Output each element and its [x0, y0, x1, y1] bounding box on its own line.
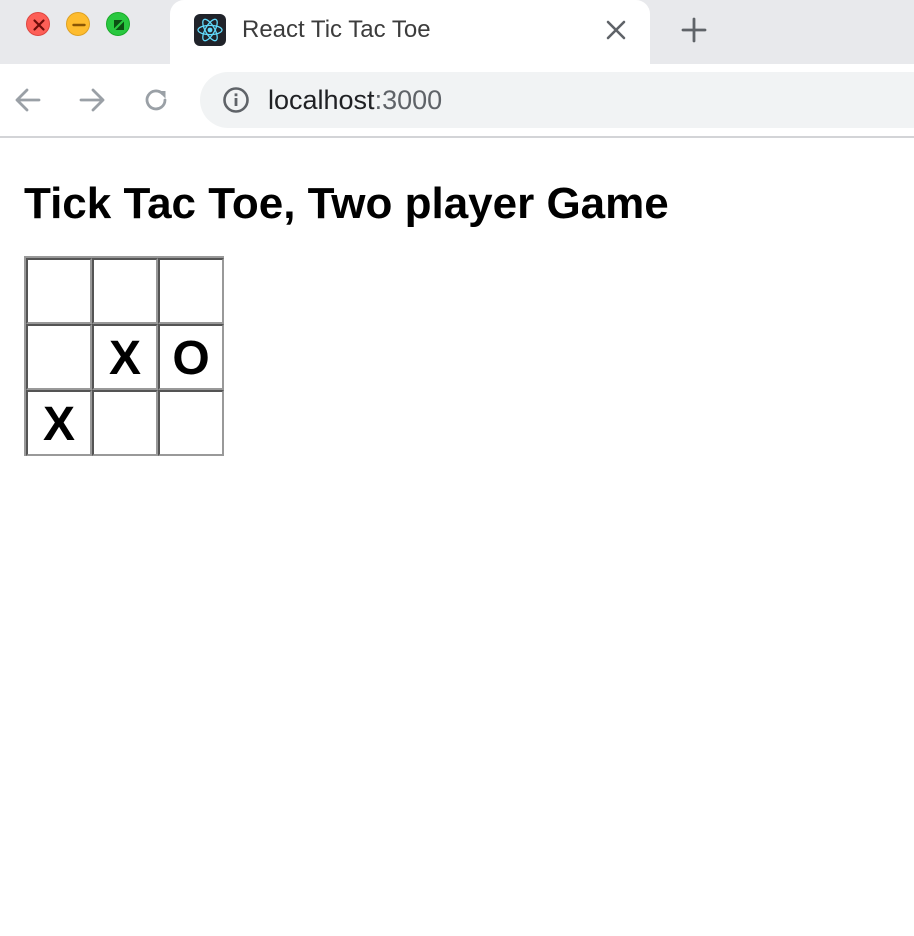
page-title: Tick Tac Toe, Two player Game	[24, 179, 669, 228]
url-port: :3000	[374, 85, 443, 115]
board-square[interactable]	[26, 324, 92, 390]
plus-icon	[681, 17, 707, 43]
arrow-left-icon	[15, 88, 41, 112]
tab-title: React Tic Tac Toe	[242, 16, 431, 43]
reload-button[interactable]	[140, 84, 172, 116]
window-fullscreen-button[interactable]	[106, 12, 130, 36]
active-tab[interactable]: React Tic Tac Toe	[170, 0, 650, 64]
site-info-icon[interactable]	[222, 86, 250, 114]
react-logo-icon	[194, 14, 226, 46]
close-icon	[606, 20, 626, 40]
board-square[interactable]	[92, 258, 158, 324]
board-square[interactable]: X	[92, 324, 158, 390]
browser-toolbar: localhost:3000	[0, 64, 914, 138]
new-tab-button[interactable]	[680, 16, 708, 44]
board-square[interactable]	[158, 258, 224, 324]
window-close-button[interactable]	[26, 12, 50, 36]
board-square[interactable]: O	[158, 324, 224, 390]
close-x-icon	[33, 19, 45, 31]
address-bar[interactable]: localhost:3000	[200, 72, 914, 128]
url-host: localhost	[268, 85, 375, 115]
forward-button[interactable]	[76, 84, 108, 116]
window-minimize-button[interactable]	[66, 12, 90, 36]
arrow-right-icon	[79, 88, 105, 112]
browser-tab-strip: React Tic Tac Toe	[0, 0, 914, 64]
reload-icon	[145, 89, 167, 111]
url-text: localhost:3000	[268, 85, 442, 115]
board-square[interactable]	[26, 258, 92, 324]
board-square[interactable]	[92, 390, 158, 456]
game-board: X O X	[24, 256, 224, 456]
fullscreen-icon	[114, 20, 124, 30]
board-square[interactable]	[158, 390, 224, 456]
board-square[interactable]: X	[26, 390, 92, 456]
tab-close-button[interactable]	[604, 18, 628, 42]
back-button[interactable]	[12, 84, 44, 116]
minus-icon	[72, 23, 86, 27]
